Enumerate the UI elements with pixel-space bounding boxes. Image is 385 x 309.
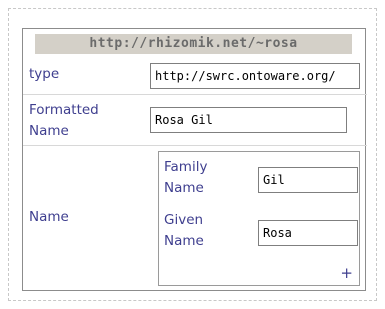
given-name-label-line1: Given bbox=[164, 212, 204, 228]
formatted-name-field[interactable]: Rosa Gil bbox=[150, 107, 347, 133]
type-field[interactable]: http://swrc.ontoware.org/ bbox=[150, 63, 360, 89]
row-separator bbox=[23, 94, 367, 95]
profile-card: http://rhizomik.net/~rosa type http://sw… bbox=[22, 28, 367, 291]
name-subform: Family Name Gil Given Name Rosa + bbox=[158, 151, 360, 286]
formatted-name-label-line1: Formatted bbox=[29, 102, 99, 118]
formatted-name-label-line2: Name bbox=[29, 123, 69, 139]
family-name-field[interactable]: Gil bbox=[258, 167, 358, 193]
family-name-label-line2: Name bbox=[164, 180, 204, 196]
given-name-label-line2: Name bbox=[164, 233, 204, 249]
type-label: type bbox=[29, 66, 60, 82]
add-value-button[interactable]: + bbox=[340, 265, 353, 281]
row-separator bbox=[23, 145, 367, 146]
profile-header: http://rhizomik.net/~rosa bbox=[35, 34, 352, 54]
given-name-field[interactable]: Rosa bbox=[258, 220, 358, 246]
family-name-label-line1: Family bbox=[164, 159, 208, 175]
name-label: Name bbox=[29, 209, 69, 225]
